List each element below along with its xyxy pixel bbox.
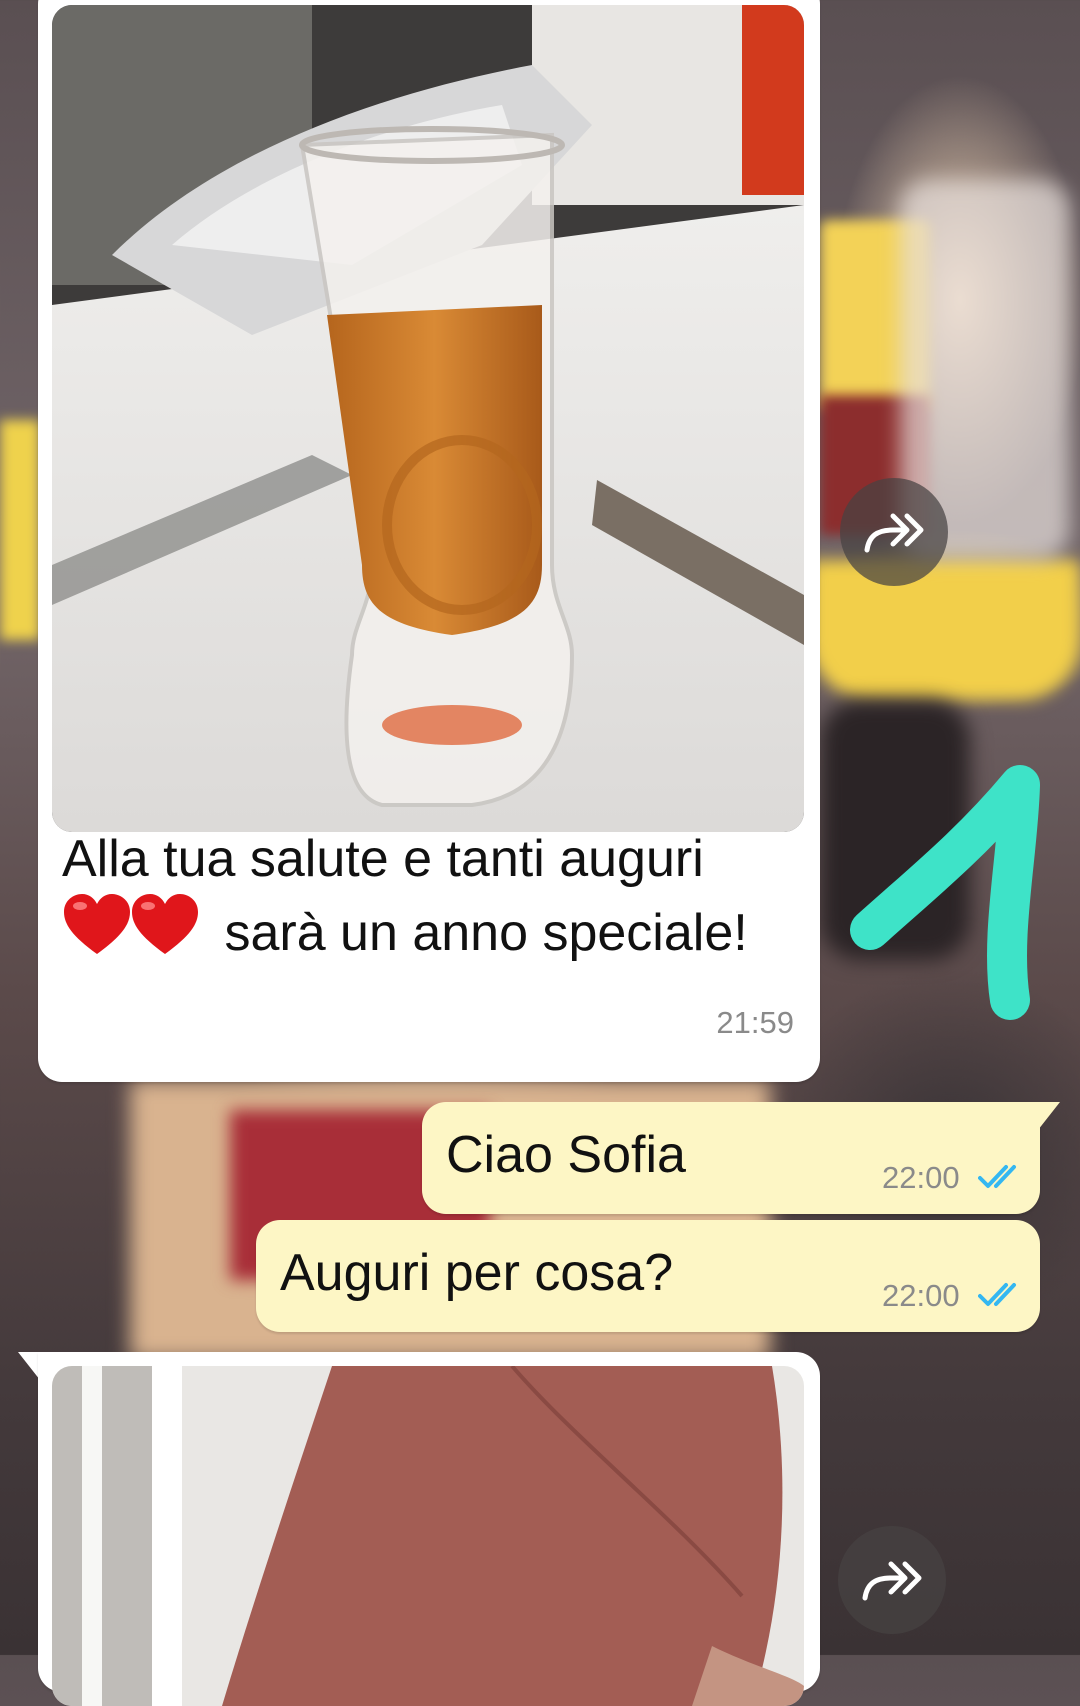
forward-button[interactable] — [838, 1526, 946, 1634]
drawn-stroke-mark — [850, 765, 1040, 1020]
message-text: Ciao Sofia — [446, 1126, 686, 1184]
bubble-tail — [1030, 1102, 1060, 1130]
message-caption-line-1: Alla tua salute e tanti auguri — [62, 830, 704, 888]
message-caption-line-2: sarà un anno speciale! — [62, 892, 748, 966]
outgoing-message[interactable]: Auguri per cosa? 22:00 — [256, 1220, 1040, 1332]
outgoing-message[interactable]: Ciao Sofia 22:00 — [422, 1102, 1040, 1214]
double-check-icon — [978, 1283, 1016, 1306]
message-time: 21:59 — [716, 1005, 794, 1040]
forward-icon — [862, 1561, 922, 1601]
forward-icon — [864, 513, 924, 553]
message-time: 22:00 — [882, 1160, 960, 1195]
message-photo[interactable] — [52, 5, 804, 832]
message-photo[interactable] — [52, 1366, 804, 1706]
message-text: Auguri per cosa? — [280, 1244, 674, 1302]
message-time: 22:00 — [882, 1278, 960, 1313]
double-check-icon — [978, 1165, 1016, 1188]
red-heart-emoji — [62, 892, 202, 954]
incoming-photo-message[interactable] — [38, 1352, 820, 1706]
forward-button[interactable] — [840, 478, 948, 586]
incoming-photo-message[interactable]: Alla tua salute e tanti auguri sarà un a… — [38, 0, 820, 1082]
